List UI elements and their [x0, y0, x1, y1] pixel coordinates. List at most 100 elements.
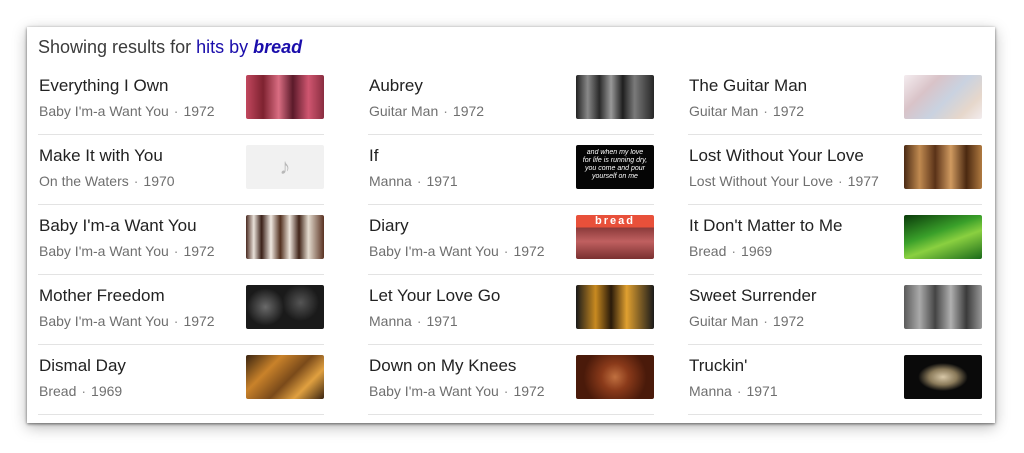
album-name: Lost Without Your Love — [689, 173, 833, 189]
song-item[interactable]: It Don't Matter to Me Bread · 1969 — [688, 205, 982, 275]
song-item[interactable]: Make It with You On the Waters · 1970 ♪ — [38, 135, 324, 205]
release-year: 1972 — [183, 313, 215, 329]
results-column-2: Aubrey Guitar Man · 1972 If Manna · 1971 and… — [368, 65, 654, 415]
song-item[interactable]: Truckin' Manna · 1971 — [688, 345, 982, 415]
song-meta: Baby I'm-a Want You · 1972 — [39, 313, 215, 329]
album-name: Baby I'm-a Want You — [39, 243, 169, 259]
results-column-3: The Guitar Man Guitar Man · 1972 Lost With… — [688, 65, 982, 415]
song-item[interactable]: Lost Without Your Love Lost Without Your… — [688, 135, 982, 205]
song-title: Aubrey — [369, 76, 423, 95]
album-name: Baby I'm-a Want You — [39, 103, 169, 119]
album-name: Bread — [689, 243, 727, 259]
song-meta: Guitar Man · 1972 — [369, 103, 485, 119]
release-year: 1972 — [772, 103, 805, 119]
release-year: 1971 — [746, 383, 778, 399]
album-name: Guitar Man — [369, 103, 439, 119]
search-results-card: Showing results for hits by bread Everyt… — [27, 27, 995, 423]
song-meta: Bread · 1969 — [39, 383, 123, 399]
album-art — [246, 355, 324, 399]
song-title: If — [369, 146, 379, 165]
album-name: Bread — [39, 383, 77, 399]
results-header: Showing results for hits by bread — [38, 37, 302, 58]
release-year: 1972 — [183, 103, 215, 119]
song-meta: On the Waters · 1970 — [39, 173, 175, 189]
release-year: 1971 — [426, 313, 458, 329]
album-name: Manna — [369, 173, 412, 189]
song-meta: Baby I'm-a Want You · 1972 — [39, 243, 215, 259]
song-item[interactable]: Aubrey Guitar Man · 1972 — [368, 65, 654, 135]
song-meta: Baby I'm-a Want You · 1972 — [39, 103, 215, 119]
query-hits-link[interactable]: hits — [196, 37, 224, 57]
song-item[interactable]: The Guitar Man Guitar Man · 1972 — [688, 65, 982, 135]
album-art — [904, 75, 982, 119]
song-title: The Guitar Man — [689, 76, 808, 95]
release-year: 1972 — [452, 103, 485, 119]
album-name: Guitar Man — [689, 103, 759, 119]
results-column-1: Everything I Own Baby I'm-a Want You · 197… — [38, 65, 324, 415]
song-title: Sweet Surrender — [689, 286, 817, 305]
release-year: 1977 — [847, 173, 879, 189]
song-meta: Manna · 1971 — [369, 173, 458, 189]
release-year: 1970 — [143, 173, 175, 189]
release-year: 1969 — [91, 383, 123, 399]
song-title: Mother Freedom — [39, 286, 165, 305]
song-title: Diary — [369, 216, 409, 235]
song-meta: Bread · 1969 — [689, 243, 773, 259]
song-item[interactable]: If Manna · 1971 and when my love for life … — [368, 135, 654, 205]
header-prefix: Showing results for — [38, 37, 192, 57]
query-by-link[interactable]: by — [229, 37, 248, 57]
release-year: 1969 — [741, 243, 773, 259]
album-art — [904, 215, 982, 259]
album-art — [904, 355, 982, 399]
song-meta: Lost Without Your Love · 1977 — [689, 173, 879, 189]
song-item[interactable]: Mother Freedom Baby I'm-a Want You · 1972 — [38, 275, 324, 345]
query-artist-link[interactable]: bread — [253, 37, 302, 57]
song-meta: Guitar Man · 1972 — [689, 313, 805, 329]
album-art — [904, 145, 982, 189]
album-name: Baby I'm-a Want You — [39, 313, 169, 329]
album-name: Baby I'm-a Want You — [369, 383, 499, 399]
release-year: 1972 — [513, 383, 545, 399]
song-item[interactable]: Let Your Love Go Manna · 1971 — [368, 275, 654, 345]
song-meta: Baby I'm-a Want You · 1972 — [369, 383, 545, 399]
song-item[interactable]: Diary Baby I'm-a Want You · 1972 bread — [368, 205, 654, 275]
song-item[interactable]: Baby I'm-a Want You Baby I'm-a Want You ·… — [38, 205, 324, 275]
song-title: Let Your Love Go — [369, 286, 501, 305]
song-meta: Baby I'm-a Want You · 1972 — [369, 243, 545, 259]
release-year: 1971 — [426, 173, 458, 189]
album-name: Guitar Man — [689, 313, 759, 329]
song-title: Everything I Own — [39, 76, 169, 95]
song-item[interactable]: Dismal Day Bread · 1969 — [38, 345, 324, 415]
song-meta: Guitar Man · 1972 — [689, 103, 805, 119]
album-art — [904, 285, 982, 329]
song-meta: Manna · 1971 — [689, 383, 778, 399]
album-art — [576, 355, 654, 399]
song-item[interactable]: Down on My Knees Baby I'm-a Want You · 197… — [368, 345, 654, 415]
song-item[interactable]: Everything I Own Baby I'm-a Want You · 197… — [38, 65, 324, 135]
song-title: Truckin' — [689, 356, 748, 375]
song-title: Lost Without Your Love — [689, 146, 864, 165]
album-art — [246, 75, 324, 119]
album-art-lyrics: and when my love for life is running dry… — [582, 149, 648, 180]
album-art: and when my love for life is running dry… — [576, 145, 654, 189]
song-title: Baby I'm-a Want You — [39, 216, 197, 235]
album-art-logo: bread — [595, 215, 635, 227]
album-name: Manna — [369, 313, 412, 329]
release-year: 1972 — [772, 313, 805, 329]
song-item[interactable]: Sweet Surrender Guitar Man · 1972 — [688, 275, 982, 345]
album-name: Baby I'm-a Want You — [369, 243, 499, 259]
album-name: Manna — [689, 383, 732, 399]
music-note-icon: ♪ — [279, 154, 291, 179]
album-art — [246, 215, 324, 259]
release-year: 1972 — [513, 243, 545, 259]
album-art — [246, 285, 324, 329]
album-art: bread — [576, 215, 654, 259]
song-title: Make It with You — [39, 146, 163, 165]
song-title: It Don't Matter to Me — [689, 216, 843, 235]
song-title: Dismal Day — [39, 356, 126, 375]
song-title: Down on My Knees — [369, 356, 517, 375]
album-name: On the Waters — [39, 173, 129, 189]
album-art — [576, 75, 654, 119]
album-art-placeholder: ♪ — [246, 145, 324, 189]
song-meta: Manna · 1971 — [369, 313, 458, 329]
